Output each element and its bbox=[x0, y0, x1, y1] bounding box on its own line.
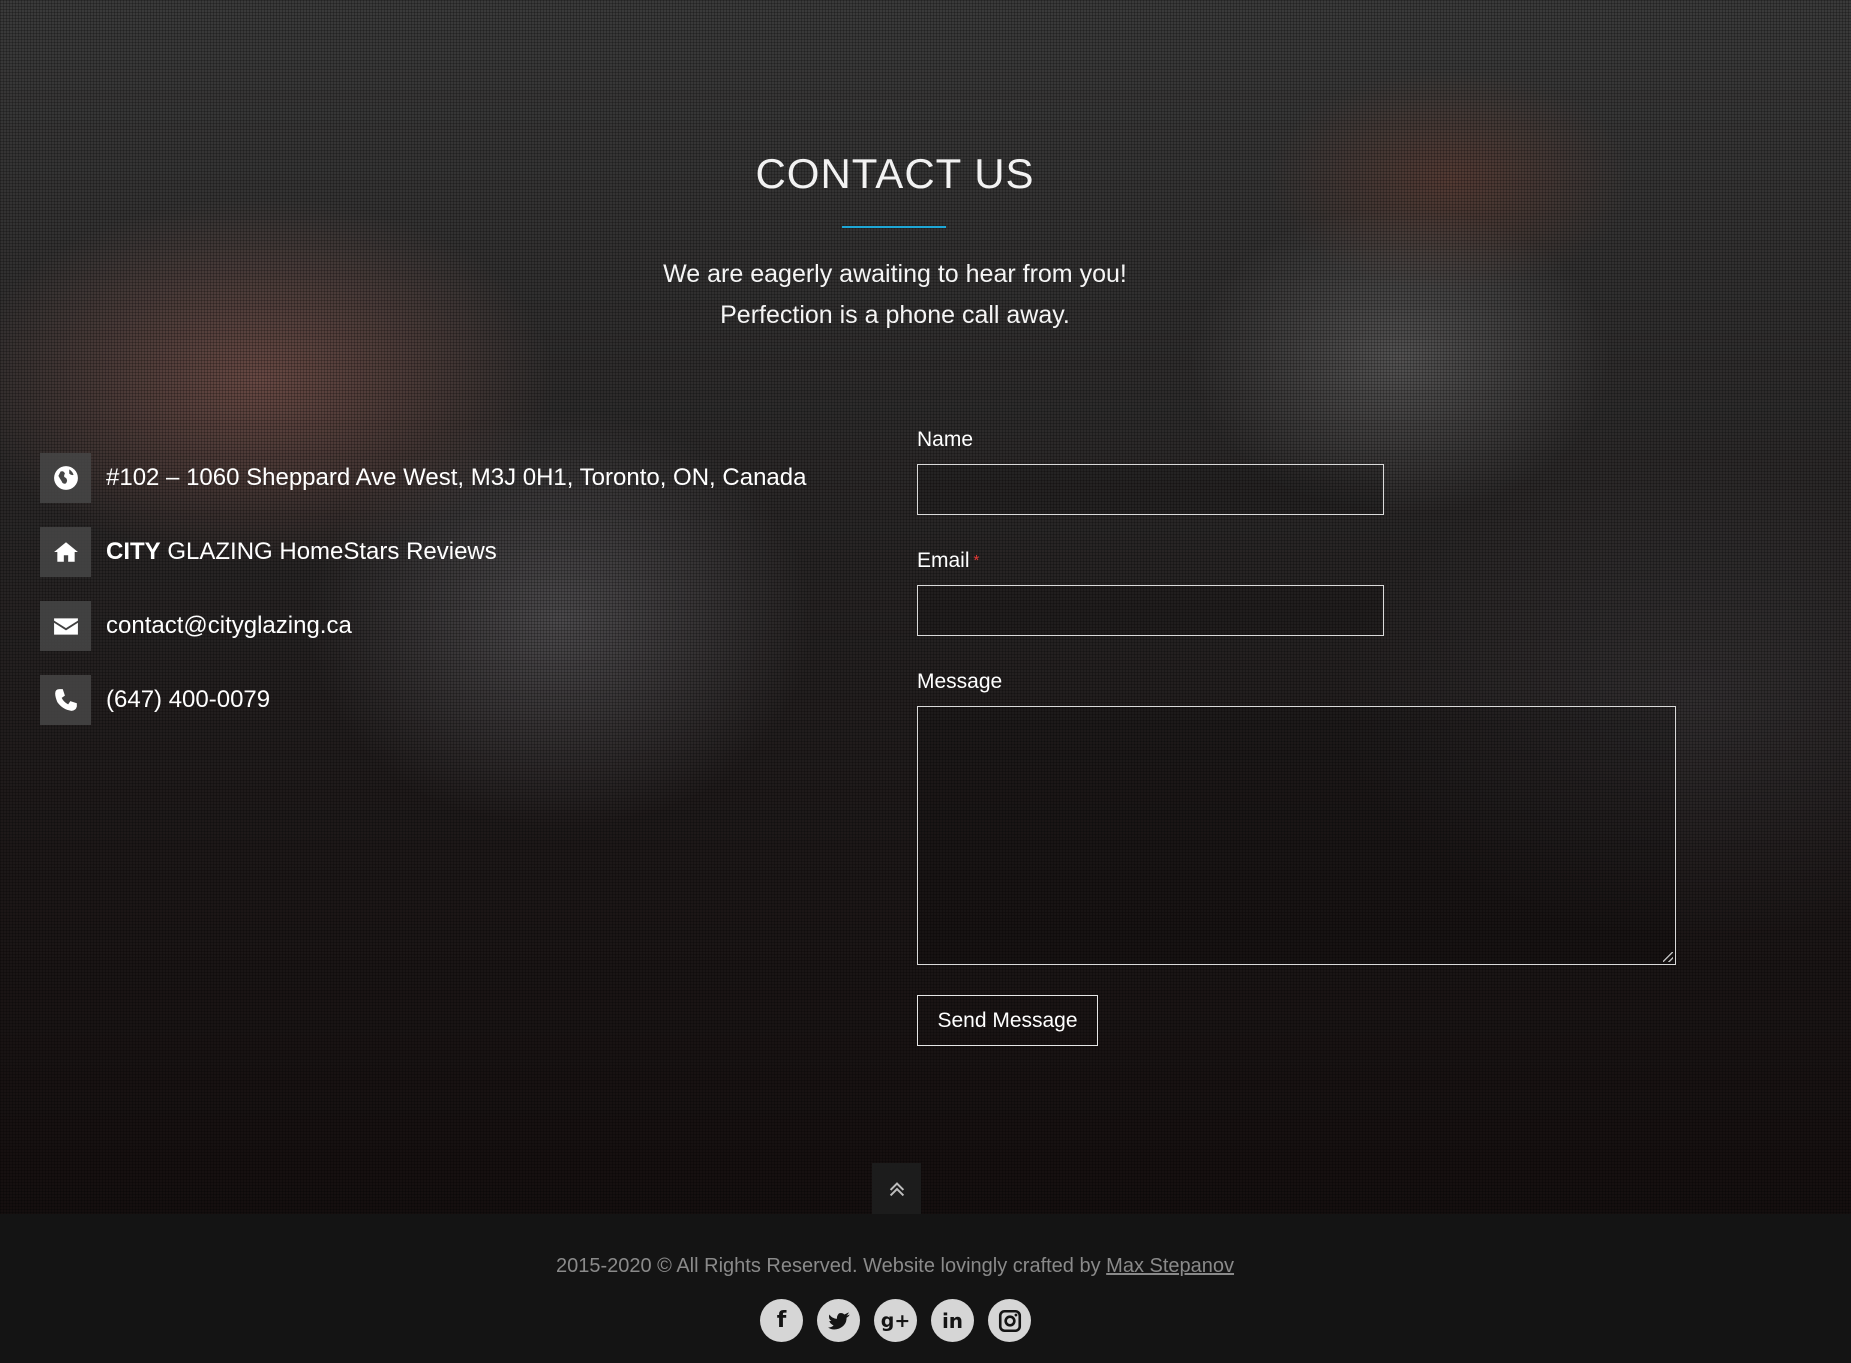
phone-item[interactable]: (647) 400-0079 bbox=[40, 675, 806, 725]
resize-grip-icon[interactable] bbox=[1663, 952, 1673, 962]
title-underline bbox=[842, 226, 946, 228]
name-label: Name bbox=[917, 425, 1676, 455]
contact-form: Name Email * Message Send Message bbox=[917, 425, 1676, 1046]
chevron-double-up-icon bbox=[889, 1181, 904, 1196]
email-label: Email * bbox=[917, 546, 1676, 576]
subtitle-line-1: We are eagerly awaiting to hear from you… bbox=[663, 260, 1127, 288]
reviews-link-text: GLAZING HomeStars Reviews bbox=[160, 538, 497, 565]
envelope-icon bbox=[40, 601, 91, 651]
address-text: #102 – 1060 Sheppard Ave West, M3J 0H1, … bbox=[106, 464, 807, 491]
subtitle-line-2: Perfection is a phone call away. bbox=[720, 301, 1070, 329]
send-message-button[interactable]: Send Message bbox=[917, 995, 1098, 1046]
globe-icon bbox=[40, 453, 91, 503]
page: CONTACT US We are eagerly awaiting to he… bbox=[0, 0, 1851, 1363]
contact-info-list: #102 – 1060 Sheppard Ave West, M3J 0H1, … bbox=[40, 453, 806, 749]
address-item: #102 – 1060 Sheppard Ave West, M3J 0H1, … bbox=[40, 453, 806, 503]
scroll-to-top-button[interactable] bbox=[872, 1163, 921, 1214]
email-link[interactable]: contact@cityglazing.ca bbox=[106, 612, 352, 640]
email-label-text: Email bbox=[917, 549, 970, 572]
phone-link[interactable]: (647) 400-0079 bbox=[106, 686, 270, 714]
message-field[interactable] bbox=[917, 706, 1676, 965]
reviews-link[interactable]: CITY GLAZING HomeStars Reviews bbox=[106, 538, 497, 566]
page-subtitle: We are eagerly awaiting to hear from you… bbox=[0, 254, 1790, 336]
reviews-item[interactable]: CITY GLAZING HomeStars Reviews bbox=[40, 527, 806, 577]
phone-icon bbox=[40, 675, 91, 725]
name-label-text: Name bbox=[917, 428, 974, 451]
email-item[interactable]: contact@cityglazing.ca bbox=[40, 601, 806, 651]
home-icon bbox=[40, 527, 91, 577]
message-label-text: Message bbox=[917, 670, 1003, 693]
required-marker: * bbox=[973, 552, 980, 569]
page-title: CONTACT US bbox=[755, 150, 1035, 197]
reviews-brand-bold: CITY bbox=[106, 538, 161, 565]
message-label: Message bbox=[917, 667, 1676, 697]
contact-section: CONTACT US We are eagerly awaiting to he… bbox=[0, 0, 1851, 1363]
name-field[interactable] bbox=[917, 464, 1384, 515]
email-field[interactable] bbox=[917, 585, 1384, 636]
